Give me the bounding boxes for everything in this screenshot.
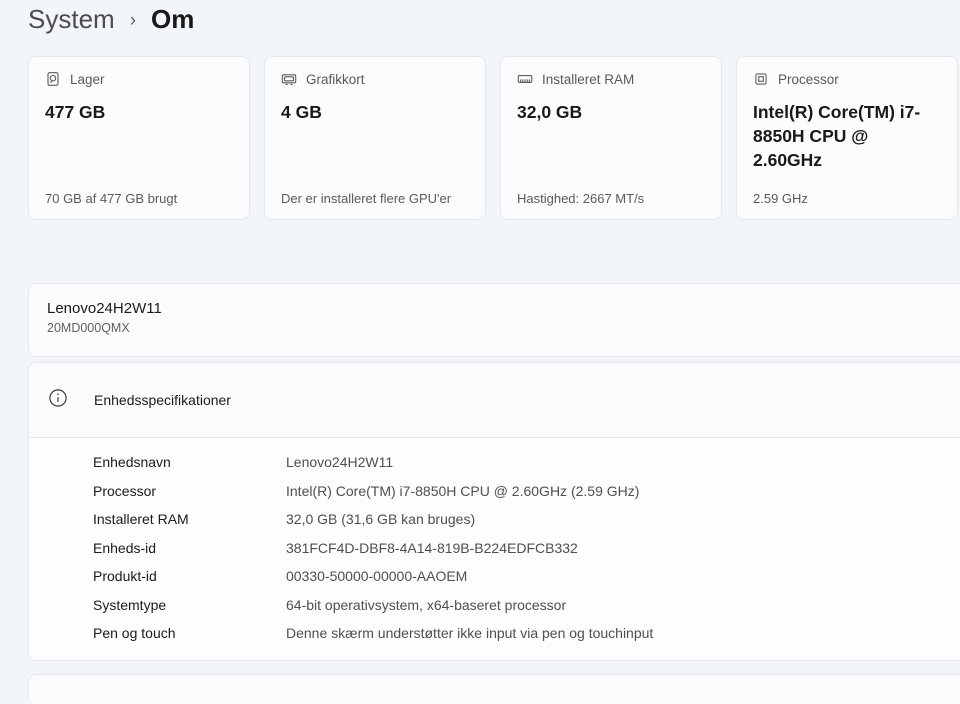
card-label: Processor [778,72,839,87]
spec-row-device-name: Enhedsnavn Lenovo24H2W11 [93,448,960,477]
spec-label: Installeret RAM [93,511,286,527]
device-model: 20MD000QMX [47,321,957,335]
spec-value: 00330-50000-00000-AAOEM [286,568,467,584]
spec-value: Denne skærm understøtter ikke input via … [286,625,653,641]
spec-row-system-type: Systemtype 64-bit operativsystem, x64-ba… [93,591,960,620]
card-label: Grafikkort [306,72,365,87]
info-icon [48,388,68,413]
breadcrumb: System › Om [28,0,960,37]
quick-card-storage: Lager 477 GB 70 GB af 477 GB brugt [28,56,250,220]
gpu-icon [281,71,297,87]
spec-label: Pen og touch [93,625,286,641]
card-footer: 70 GB af 477 GB brugt [45,191,233,206]
device-specs-header[interactable]: Enhedsspecifikationer [29,363,960,437]
spec-value: 381FCF4D-DBF8-4A14-819B-B224EDFCB332 [286,540,578,556]
card-footer: 2.59 GHz [753,191,941,206]
ram-icon [517,71,533,87]
spec-label: Produkt-id [93,568,286,584]
spec-label: Processor [93,483,286,499]
settings-about-page: System › Om Lager 477 GB 70 GB af 477 GB… [0,0,960,674]
device-name-card: Lenovo24H2W11 20MD000QMX [28,283,960,357]
card-value: 4 GB [281,100,469,124]
spec-row-device-id: Enheds-id 381FCF4D-DBF8-4A14-819B-B224ED… [93,534,960,563]
card-footer: Hastighed: 2667 MT/s [517,191,705,206]
spec-row-pen-touch: Pen og touch Denne skærm understøtter ik… [93,619,960,648]
next-card-sliver [28,674,960,704]
card-value: Intel(R) Core(TM) i7-8850H CPU @ 2.60GHz [753,100,941,172]
cpu-icon [753,71,769,87]
chevron-right-icon: › [130,7,136,32]
device-specs-body: Enhedsnavn Lenovo24H2W11 Processor Intel… [29,438,960,660]
device-name: Lenovo24H2W11 [47,299,957,319]
spec-label: Systemtype [93,597,286,613]
spec-value: Intel(R) Core(TM) i7-8850H CPU @ 2.60GHz… [286,483,639,499]
spec-row-product-id: Produkt-id 00330-50000-00000-AAOEM [93,562,960,591]
spec-value: 64-bit operativsystem, x64-baseret proce… [286,597,566,613]
spec-value: 32,0 GB (31,6 GB kan bruges) [286,511,475,527]
spec-label: Enhedsnavn [93,454,286,470]
card-label: Lager [70,72,105,87]
card-value: 477 GB [45,100,233,124]
breadcrumb-item-system[interactable]: System [28,4,115,35]
quick-cards-row: Lager 477 GB 70 GB af 477 GB brugt Grafi… [28,56,960,220]
quick-card-graphics: Grafikkort 4 GB Der er installeret flere… [264,56,486,220]
card-footer: Der er installeret flere GPU'er [281,191,469,206]
card-value: 32,0 GB [517,100,705,124]
device-specs-title: Enhedsspecifikationer [94,392,231,408]
spec-row-ram: Installeret RAM 32,0 GB (31,6 GB kan bru… [93,505,960,534]
storage-icon [45,71,61,87]
spec-value: Lenovo24H2W11 [286,454,393,470]
spec-label: Enheds-id [93,540,286,556]
quick-card-processor: Processor Intel(R) Core(TM) i7-8850H CPU… [736,56,958,220]
spec-row-processor: Processor Intel(R) Core(TM) i7-8850H CPU… [93,477,960,506]
page-title: Om [151,4,194,35]
quick-card-ram: Installeret RAM 32,0 GB Hastighed: 2667 … [500,56,722,220]
device-specs-expander: Enhedsspecifikationer Enhedsnavn Lenovo2… [28,362,960,661]
card-label: Installeret RAM [542,72,634,87]
